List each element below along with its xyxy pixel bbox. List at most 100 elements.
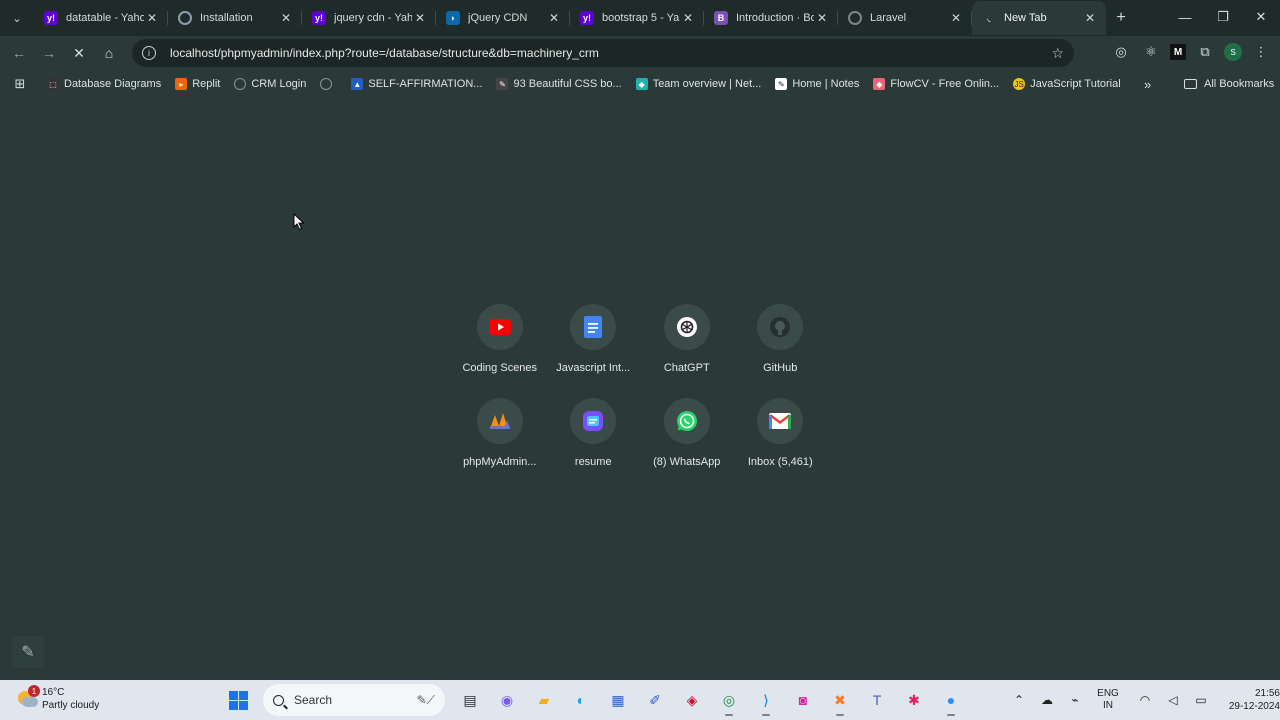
start-button[interactable] (222, 684, 254, 716)
tray-overflow-chevron-icon[interactable]: ⌃ (1006, 685, 1032, 715)
shortcut-tile[interactable]: Coding Scenes (453, 304, 547, 376)
tab-close-icon[interactable]: ✕ (412, 11, 428, 25)
bookmark-item[interactable]: CRM Login (227, 73, 313, 95)
taskbar-vscode-icon[interactable]: ⟩ (750, 684, 782, 716)
taskbar-copilot-icon[interactable]: ◉ (491, 684, 523, 716)
stop-loading-button[interactable]: ✕ (64, 38, 94, 68)
tab-close-icon[interactable]: ✕ (948, 11, 964, 25)
mouse-cursor-icon (293, 213, 305, 231)
tab-close-icon[interactable]: ✕ (278, 11, 294, 25)
taskbar-zoom-icon[interactable]: ● (935, 684, 967, 716)
taskbar-edge-icon[interactable]: ◐ (565, 684, 597, 716)
bookmark-star-icon[interactable]: ☆ (1051, 45, 1064, 62)
browser-tab[interactable]: y! jquery cdn - Yah ✕ (302, 1, 436, 35)
js-icon: JS (1013, 78, 1026, 90)
bookmark-item[interactable]: ✎ Home | Notes (768, 73, 866, 95)
browser-tab[interactable]: y! datatable - Yaho ✕ (34, 1, 168, 35)
minimize-button[interactable]: — (1166, 0, 1204, 34)
network-status-icon[interactable]: ⌁ (1062, 685, 1088, 715)
taskbar-folder-icon[interactable]: ▰ (528, 684, 560, 716)
taskbar-store-icon[interactable]: ▦ (602, 684, 634, 716)
battery-icon[interactable]: ▭ (1188, 685, 1214, 715)
browser-tab[interactable]: ◟ New Tab ✕ (972, 1, 1106, 35)
bookmark-label: FlowCV - Free Onlin... (890, 78, 1000, 90)
browser-tab[interactable]: B Introduction · Bo ✕ (704, 1, 838, 35)
bookmark-label: Home | Notes (792, 78, 860, 90)
shortcut-label: Inbox (5,461) (747, 456, 813, 468)
bookmark-item[interactable]: ◆ FlowCV - Free Onlin... (866, 73, 1006, 95)
taskbar-teams-icon[interactable]: T (861, 684, 893, 716)
forward-button[interactable]: → (34, 38, 64, 68)
taskbar-slack-icon[interactable]: ✱ (898, 684, 930, 716)
taskbar-xampp-icon[interactable]: ✖ (824, 684, 856, 716)
address-url[interactable]: localhost/phpmyadmin/index.php?route=/da… (170, 46, 1051, 60)
jquery-icon: ◗ (446, 11, 460, 25)
shortcut-tile[interactable]: GitHub (734, 304, 828, 376)
wifi-icon[interactable]: ◠ (1132, 685, 1158, 715)
browser-menu-icon[interactable]: ⋮ (1250, 41, 1272, 63)
extension-medium-icon[interactable]: M (1170, 44, 1186, 60)
tab-title: jQuery CDN (468, 12, 528, 24)
bookmark-item[interactable]: JS JavaScript Tutorial (1006, 73, 1127, 95)
extensions-puzzle-icon[interactable]: ⧉ (1194, 41, 1216, 63)
bookmarks-overflow-button[interactable]: » (1144, 77, 1151, 92)
input-language-indicator[interactable]: ENG IN (1090, 688, 1126, 712)
extension-target-icon[interactable]: ◎ (1110, 41, 1132, 63)
tab-close-icon[interactable]: ✕ (814, 11, 830, 25)
restore-button[interactable]: ❐ (1204, 0, 1242, 34)
shortcut-tile[interactable]: resume (547, 398, 641, 470)
volume-icon[interactable]: ◁ (1160, 685, 1186, 715)
customize-chrome-button[interactable]: ✎ (12, 636, 44, 668)
browser-tab[interactable]: y! bootstrap 5 - Ya ✕ (570, 1, 704, 35)
address-bar[interactable]: i localhost/phpmyadmin/index.php?route=/… (132, 39, 1074, 67)
site-info-icon[interactable]: i (142, 46, 156, 60)
close-window-button[interactable]: ✕ (1242, 0, 1280, 34)
all-bookmarks-button[interactable]: All Bookmarks (1184, 78, 1274, 90)
bookmark-item[interactable]: ◆ Team overview | Net... (629, 73, 769, 95)
clock-time: 21:56 (1254, 688, 1280, 699)
globe-icon (178, 11, 192, 25)
tab-close-icon[interactable]: ✕ (680, 11, 696, 25)
onedrive-cloud-icon[interactable]: ☁ (1034, 685, 1060, 715)
bookmark-item[interactable] (313, 73, 344, 95)
new-tab-button[interactable]: + (1106, 3, 1136, 33)
taskbar-file-explorer-icon[interactable]: ▤ (454, 684, 486, 716)
weather-widget[interactable]: 1 16°C Partly cloudy (16, 685, 99, 712)
browser-tab[interactable]: Laravel ✕ (838, 1, 972, 35)
tab-close-icon[interactable]: ✕ (1082, 11, 1098, 25)
apps-grid-icon[interactable]: ⊞ (0, 76, 40, 92)
home-button[interactable]: ⌂ (94, 38, 124, 68)
browser-tab[interactable]: Installation ✕ (168, 1, 302, 35)
chatgpt-icon (663, 304, 710, 350)
bookmark-item[interactable]: ⬚ Database Diagrams (40, 73, 168, 95)
yahoo-icon: y! (312, 11, 326, 25)
gmail-icon (757, 398, 804, 444)
tab-title: jquery cdn - Yah (334, 12, 412, 24)
shortcut-tile[interactable]: Javascript Int... (547, 304, 641, 376)
search-highlight-icon: ✎⟋ (416, 692, 435, 707)
tab-close-icon[interactable]: ✕ (144, 11, 160, 25)
yahoo-icon: y! (44, 11, 58, 25)
taskbar-chrome-icon[interactable]: ◎ (713, 684, 745, 716)
extension-react-icon[interactable]: ⚛ (1140, 41, 1162, 63)
bookmark-item[interactable]: ▲ SELF-AFFIRMATION... (344, 73, 489, 95)
bookmark-item[interactable]: ✎ 93 Beautiful CSS bo... (489, 73, 628, 95)
shortcut-tile[interactable]: Inbox (5,461) (734, 398, 828, 470)
bookmark-label: SELF-AFFIRMATION... (368, 78, 483, 90)
bookmark-label: CRM Login (251, 78, 307, 90)
tab-close-icon[interactable]: ✕ (546, 11, 562, 25)
back-button[interactable]: ← (4, 38, 34, 68)
all-bookmarks-label: All Bookmarks (1204, 78, 1275, 90)
shortcut-tile[interactable]: (8) WhatsApp (640, 398, 734, 470)
browser-tab[interactable]: ◗ jQuery CDN ✕ (436, 1, 570, 35)
tab-search-button[interactable]: ⌄ (0, 1, 34, 35)
taskbar-mcafee-icon[interactable]: ◈ (676, 684, 708, 716)
shortcut-tile[interactable]: phpMyAdmin... (453, 398, 547, 470)
taskbar-search-box[interactable]: Search ✎⟋ (263, 684, 445, 716)
taskbar-pen-icon[interactable]: ✐ (639, 684, 671, 716)
taskbar-instagram-icon[interactable]: ◙ (787, 684, 819, 716)
shortcut-tile[interactable]: ChatGPT (640, 304, 734, 376)
taskbar-clock[interactable]: 21:56 29-12-2024 (1224, 687, 1280, 713)
profile-avatar[interactable]: S (1224, 43, 1242, 61)
bookmark-item[interactable]: ▸ Replit (168, 73, 227, 95)
